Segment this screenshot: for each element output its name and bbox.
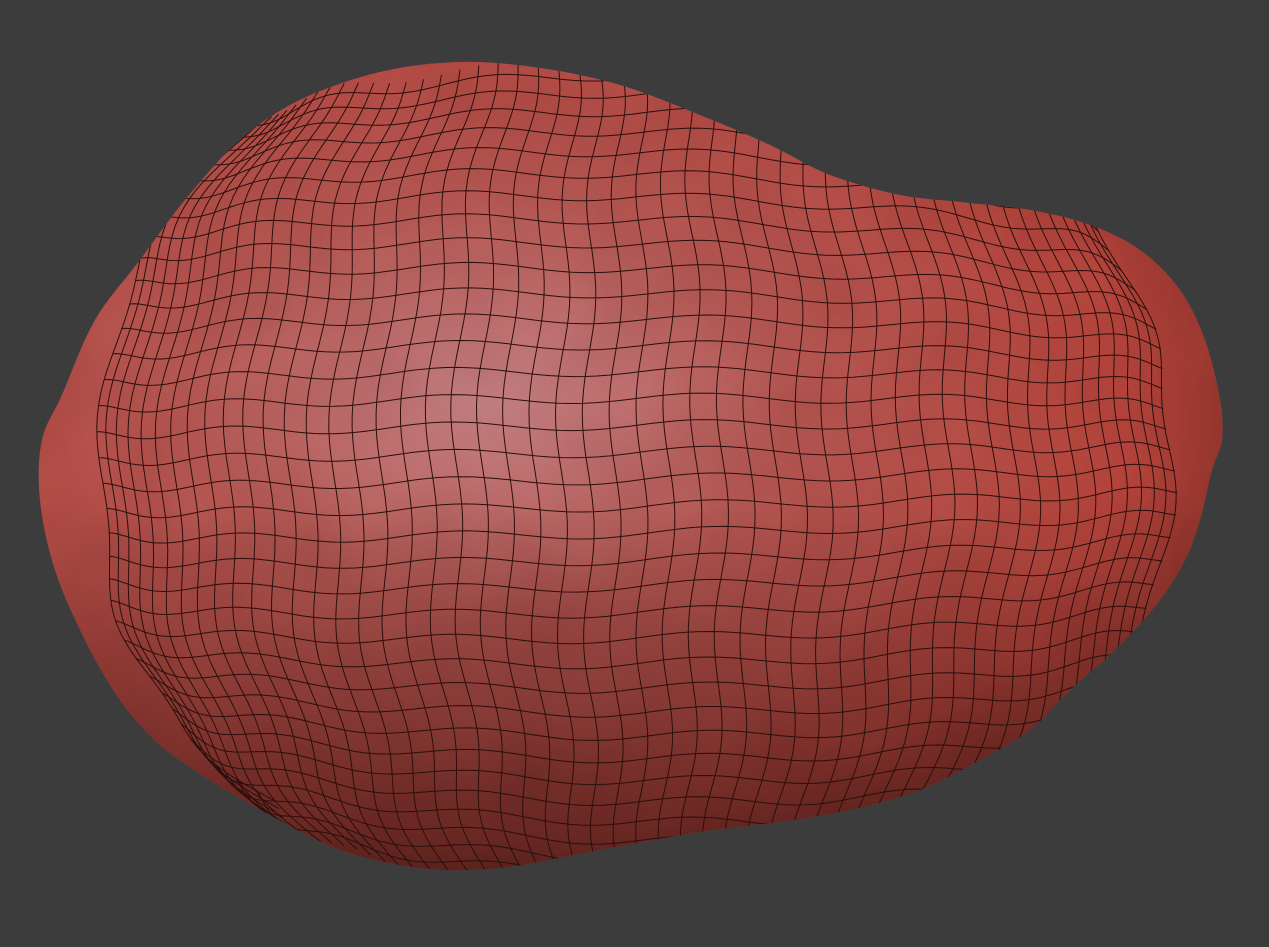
mesh-shading	[38, 61, 1223, 871]
mesh-object[interactable]	[38, 59, 1223, 892]
viewport-canvas[interactable]	[0, 0, 1269, 947]
3d-viewport[interactable]	[0, 0, 1269, 947]
